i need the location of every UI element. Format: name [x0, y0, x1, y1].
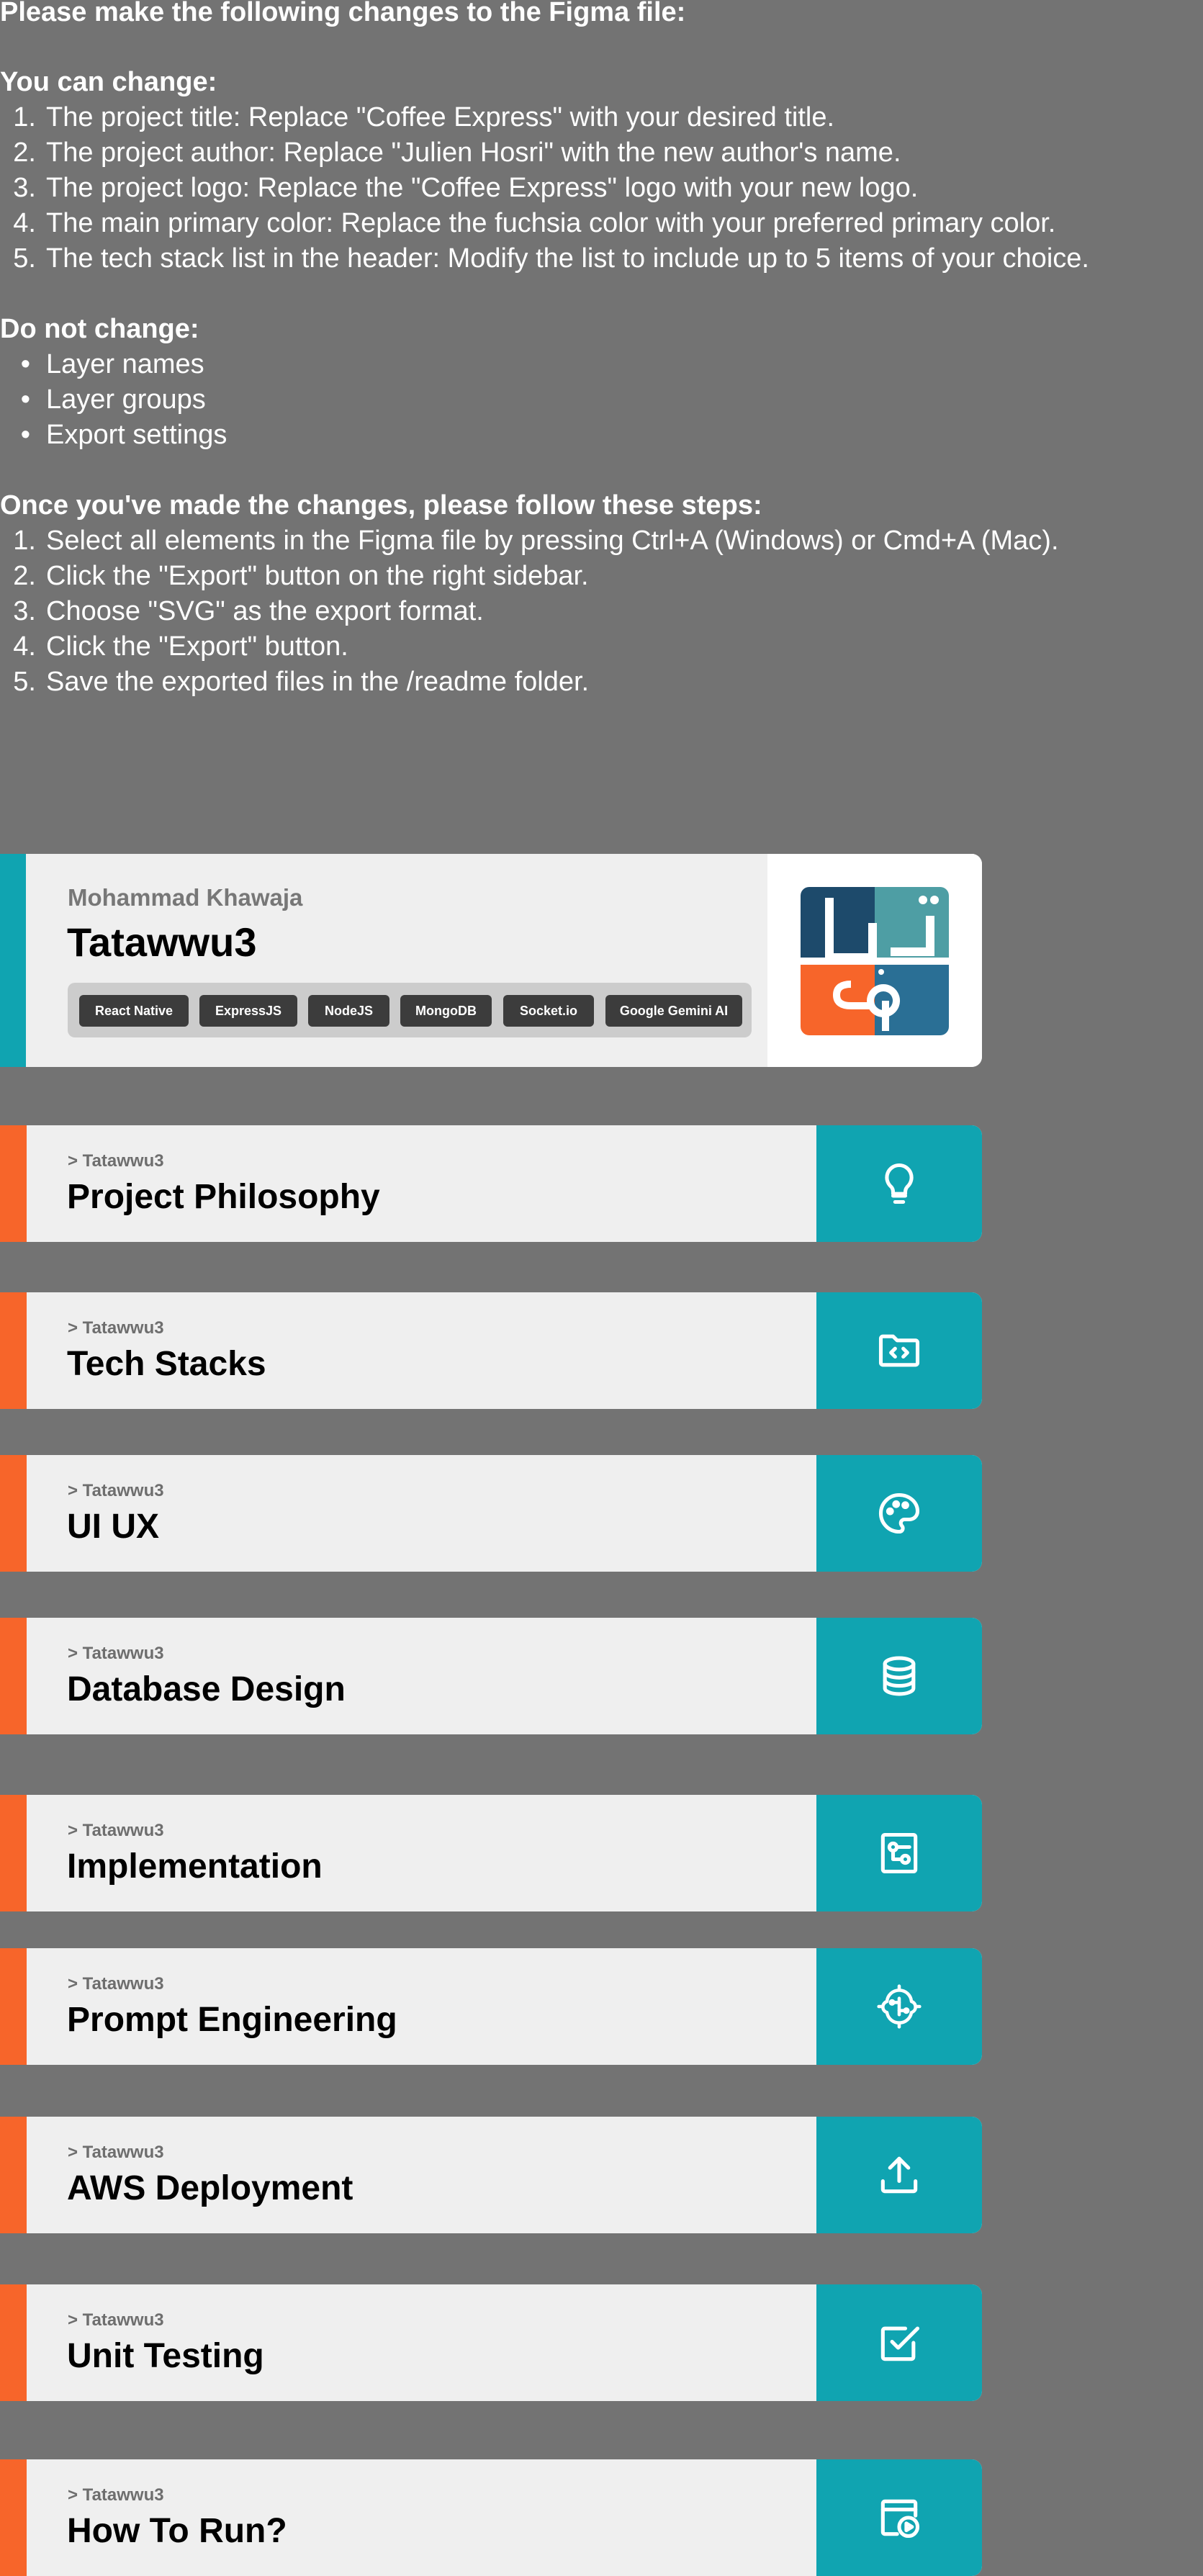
section-title: Unit Testing [67, 2337, 264, 2375]
accent-stripe [0, 2284, 27, 2401]
breadcrumb: > Tatawwu3 [68, 1151, 164, 1171]
play-window-icon [880, 2499, 920, 2539]
icon-box [816, 1292, 982, 1409]
logo-panel [767, 854, 982, 1067]
icon-box [816, 1125, 982, 1242]
database-icon [883, 1656, 916, 1696]
tech-chip: Socket.io [503, 995, 594, 1027]
section-card-project-philosophy[interactable]: > Tatawwu3 Project Philosophy [0, 1125, 982, 1242]
breadcrumb: > Tatawwu3 [68, 2485, 164, 2505]
accent-stripe [0, 1618, 27, 1734]
ai-chip-icon [877, 1984, 922, 2029]
tech-chip: Google Gemini AI [605, 995, 742, 1027]
list-item: 1. Select all elements in the Figma file … [13, 526, 1059, 556]
accent-stripe [0, 1125, 27, 1242]
section-card-database-design[interactable]: > Tatawwu3 Database Design [0, 1618, 982, 1734]
accent-stripe [0, 1948, 27, 2065]
icon-box [816, 1618, 982, 1734]
palette-icon [878, 1492, 920, 1534]
list-item: 2. Click the "Export" button on the right… [13, 561, 589, 591]
accent-stripe [0, 2459, 27, 2576]
breadcrumb: > Tatawwu3 [68, 1644, 164, 1663]
accent-stripe [0, 1292, 27, 1409]
upload-icon [880, 2156, 918, 2194]
section-card-ui-ux[interactable]: > Tatawwu3 UI UX [0, 1455, 982, 1572]
tech-chip: ExpressJS [199, 995, 297, 1027]
section-card-prompt-engineering[interactable]: > Tatawwu3 Prompt Engineering [0, 1948, 982, 2065]
project-author: Mohammad Khawaja [68, 884, 303, 911]
section-title: Project Philosophy [67, 1178, 380, 1216]
section-card-tech-stacks[interactable]: > Tatawwu3 Tech Stacks [0, 1292, 982, 1409]
accent-stripe [0, 2117, 27, 2233]
project-header-card: Mohammad Khawaja Tatawwu3 React Native E… [0, 854, 982, 1067]
section-title: Database Design [67, 1670, 346, 1708]
project-title: Tatawwu3 [67, 919, 257, 965]
section-title: UI UX [67, 1508, 160, 1546]
list-item: 1. The project title: Replace "Coffee Exp… [13, 102, 835, 132]
breadcrumb: > Tatawwu3 [68, 1821, 164, 1840]
lightbulb-icon [885, 1163, 914, 1204]
section-card-aws-deployment[interactable]: > Tatawwu3 AWS Deployment [0, 2117, 982, 2233]
section-card-implementation[interactable]: > Tatawwu3 Implementation [0, 1795, 982, 1911]
icon-box [816, 1795, 982, 1911]
list-item: 4. Click the "Export" button. [13, 631, 348, 662]
do-not-change-heading: Do not change: [0, 314, 199, 344]
tech-chip: MongoDB [400, 995, 492, 1027]
breadcrumb: > Tatawwu3 [68, 1974, 164, 1994]
icon-box [816, 2459, 982, 2576]
section-title: How To Run? [67, 2512, 287, 2550]
section-card-how-to-run[interactable]: > Tatawwu3 How To Run? [0, 2459, 982, 2576]
accent-stripe [0, 854, 26, 1067]
steps-heading: Once you've made the changes, please fol… [0, 490, 762, 521]
list-item: • Layer groups [20, 384, 206, 415]
list-item: 3. Choose "SVG" as the export format. [13, 596, 484, 626]
workflow-icon [880, 1832, 918, 1874]
accent-stripe [0, 1455, 27, 1572]
icon-box [816, 1455, 982, 1572]
section-card-unit-testing[interactable]: > Tatawwu3 Unit Testing [0, 2284, 982, 2401]
section-title: Prompt Engineering [67, 2001, 397, 2039]
section-title: Implementation [67, 1847, 323, 1886]
instructions-heading: Please make the following changes to the… [0, 0, 686, 27]
list-item: 4. The main primary color: Replace the fu… [13, 208, 1056, 238]
tatawwu3-logo [801, 887, 949, 1035]
accent-stripe [0, 1795, 27, 1911]
list-item: 3. The project logo: Replace the "Coffee … [13, 173, 919, 203]
breadcrumb: > Tatawwu3 [68, 2143, 164, 2162]
can-change-heading: You can change: [0, 67, 217, 97]
list-item: 5. Save the exported files in the /readme… [13, 667, 590, 697]
icon-box [816, 1948, 982, 2065]
checkbox-icon [880, 2326, 920, 2361]
code-folder-icon [878, 1334, 920, 1367]
list-item: 2. The project author: Replace "Julien Ho… [13, 138, 901, 168]
icon-box [816, 2284, 982, 2401]
breadcrumb: > Tatawwu3 [68, 2310, 164, 2330]
list-item: • Layer names [20, 349, 204, 379]
breadcrumb: > Tatawwu3 [68, 1481, 164, 1500]
section-title: Tech Stacks [67, 1345, 266, 1383]
list-item: 5. The tech stack list in the header: Mod… [13, 243, 1089, 274]
icon-box [816, 2117, 982, 2233]
section-title: AWS Deployment [67, 2169, 353, 2207]
tech-chip: React Native [79, 995, 189, 1027]
list-item: • Export settings [20, 420, 227, 450]
tech-stack-list: React Native ExpressJS NodeJS MongoDB So… [68, 983, 752, 1037]
breadcrumb: > Tatawwu3 [68, 1318, 164, 1338]
tech-chip: NodeJS [308, 995, 389, 1027]
